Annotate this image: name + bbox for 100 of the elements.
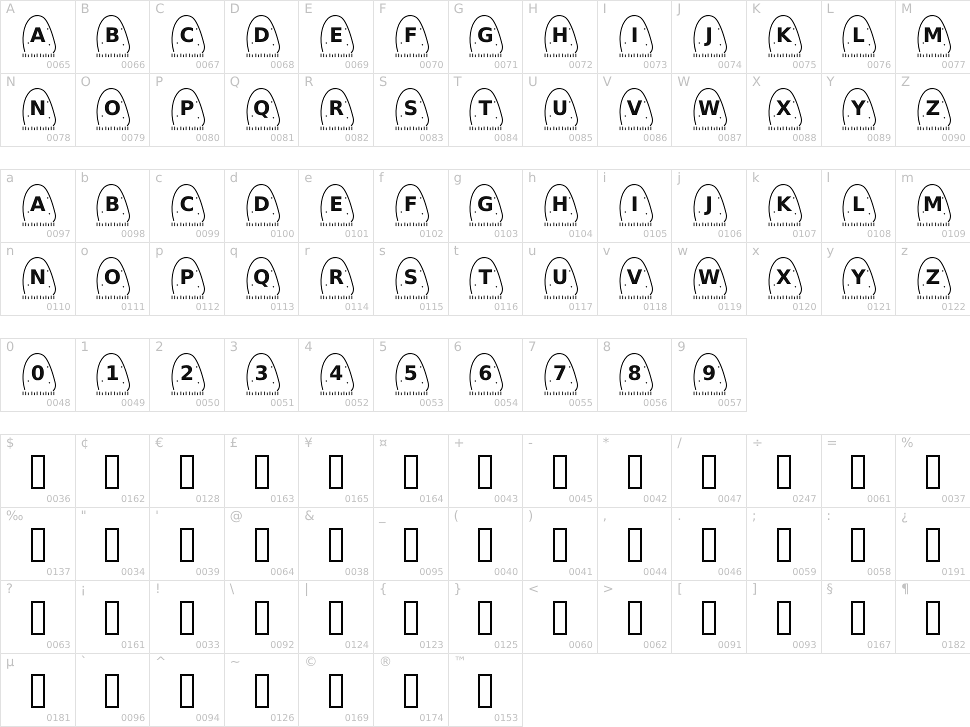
glyph-cell[interactable]: 2 2 0050 [149,338,225,412]
character-code: 0038 [344,568,369,578]
character-code: 0153 [494,714,518,724]
character-code: 0095 [419,568,444,578]
glyph-cell[interactable]: a A 0097 [0,169,76,243]
character-code: 0088 [792,134,817,144]
glyph-letter: K [774,193,793,215]
character-label: f [378,172,384,186]
character-label: [ [677,583,682,598]
missing-glyph-icon [105,528,120,562]
glyph-letter: B [104,24,122,46]
character-code: 0169 [344,714,369,724]
glyph-letter: P [178,97,196,119]
glyph-cell[interactable]: 7 7 0055 [522,338,598,412]
character-label: b [80,172,89,186]
character-label: } [454,583,462,598]
character-label: X [752,76,761,90]
character-code: 0049 [121,398,146,409]
character-label: s [378,245,386,260]
character-code: 0082 [344,134,369,144]
character-label: % [901,437,914,452]
glyph-letter: J [703,193,714,215]
missing-glyph-icon [180,674,194,708]
missing-glyph-icon [105,601,120,635]
missing-glyph-icon [180,528,194,562]
character-label: Y [826,76,834,90]
character-label: N [6,76,16,90]
glyph-cell[interactable]: 4 4 0052 [298,338,374,412]
glyph-cell[interactable]: 1 1 0049 [74,338,150,412]
character-code: 0091 [718,640,742,651]
glyph-letter: L [850,24,866,46]
character-code: 0067 [196,60,220,71]
missing-glyph-icon [329,674,344,708]
glyph-letter: M [922,24,944,46]
missing-glyph-icon [851,528,866,562]
glyph-letter: W [697,97,722,119]
glyph-letter: M [922,193,944,215]
character-code: 0125 [494,640,518,651]
glyph-cell[interactable]: O O 0079 [74,73,150,147]
missing-glyph-icon [776,528,791,562]
character-label: u [528,245,536,260]
character-code: 0076 [866,60,892,71]
character-label: 2 [155,341,164,356]
glyph-letter: E [328,24,344,46]
character-label: o [80,245,89,260]
character-label: - [528,437,533,452]
character-code: 0078 [46,134,71,144]
character-label: Z [901,76,910,90]
character-code: 0128 [196,494,220,505]
glyph-cell[interactable]: 6 6 0054 [448,338,524,412]
glyph-cell[interactable]: N N 0078 [0,73,76,147]
character-label: T [454,76,462,90]
missing-glyph-icon [926,601,940,635]
character-code: 0064 [270,568,294,578]
glyph-letter: V [626,97,644,119]
character-label: q [230,245,238,260]
character-label: : [826,510,831,524]
glyph-letter: A [29,24,47,46]
glyph-cell[interactable]: 3 3 0051 [224,338,300,412]
missing-glyph-icon [404,528,418,562]
character-label: > [602,583,614,598]
missing-glyph-icon [776,455,791,489]
character-code: 0103 [494,230,518,240]
character-code: 0100 [270,230,294,240]
character-code: 0047 [718,494,742,505]
character-label: x [752,245,760,260]
glyph-cell[interactable]: 5 5 0053 [372,338,449,412]
glyph-cell[interactable]: 8 8 0056 [596,338,672,412]
character-label: H [528,3,538,18]
glyph-cell[interactable]: S S 0083 [372,73,449,147]
glyph-letter: R [327,97,345,119]
character-label: ¤ [378,437,388,452]
glyph-letter: W [697,266,722,288]
character-label: ¿ [901,510,908,524]
glyph-letter: Q [252,97,272,119]
glyph-letter: 2 [179,362,195,384]
glyph-letter: F [402,193,419,215]
glyph-cell[interactable]: A A 0065 [0,0,76,74]
character-label: d [230,172,238,186]
glyph-cell[interactable]: 9 9 0057 [671,338,747,412]
glyph-letter: T [478,97,494,119]
missing-glyph-icon [30,601,45,635]
character-code: 0036 [46,494,71,505]
glyph-letter: X [775,266,792,288]
character-code: 0092 [270,640,294,651]
missing-glyph-icon [254,601,269,635]
glyph-cell[interactable]: 0 0 0048 [0,338,76,412]
glyph-cell[interactable]: Q Q 0081 [224,73,300,147]
character-code: 0126 [270,714,294,724]
glyph-cell[interactable]: n N 0110 [0,242,76,316]
character-label: $ [6,437,14,452]
character-code: 0182 [942,640,966,651]
character-code: 0074 [718,60,742,71]
character-label: Q [230,76,240,90]
character-label: F [378,3,386,18]
glyph-letter: 0 [30,362,46,384]
glyph-letter: U [550,266,570,288]
missing-glyph-icon [404,455,418,489]
character-code: 0041 [568,568,593,578]
missing-glyph-icon [30,455,45,489]
